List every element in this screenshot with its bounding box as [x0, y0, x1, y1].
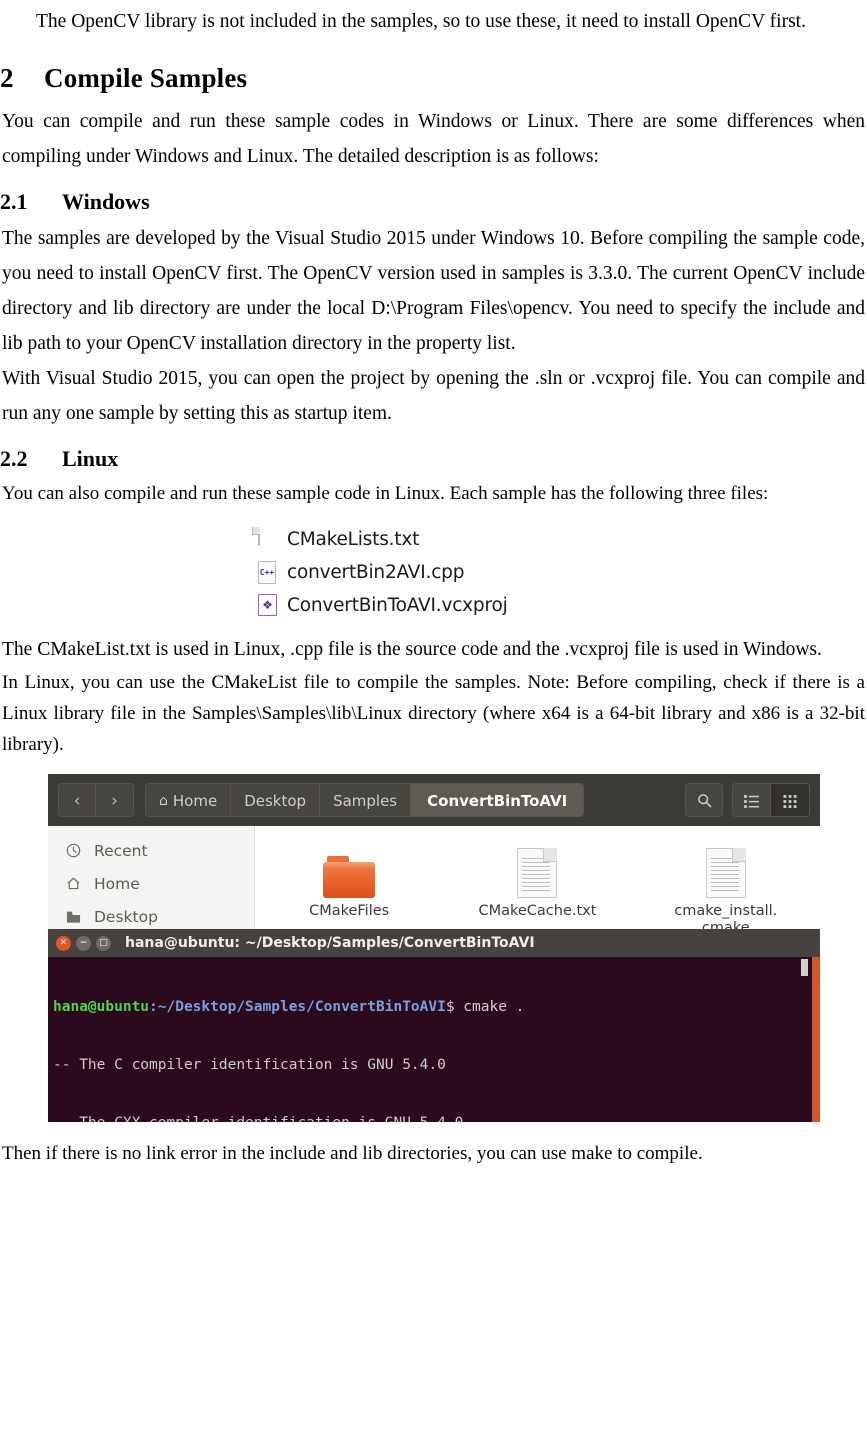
- text-file-icon: [258, 526, 278, 552]
- view-toggle-group: [732, 783, 810, 817]
- sidebar-item-home[interactable]: Home: [48, 867, 254, 900]
- breadcrumb-label: ConvertBinToAVI: [427, 792, 568, 810]
- file-manager-header: ‹ › ⌂ Home Desktop Samples ConvertBinToA…: [48, 774, 820, 826]
- breadcrumb-label: Desktop: [244, 792, 307, 810]
- section-22-number: 2.2: [0, 446, 28, 471]
- section-21-heading: 2.1 Windows: [0, 187, 867, 217]
- list-view-icon[interactable]: [733, 784, 771, 816]
- section-2-body: You can compile and run these sample cod…: [2, 111, 865, 167]
- grid-view-icon[interactable]: [771, 784, 809, 816]
- terminal-output-line: -- The C compiler identification is GNU …: [53, 1057, 446, 1074]
- terminal-window: ✕ − □ hana@ubuntu: ~/Desktop/Samples/Con…: [48, 929, 820, 1122]
- figure-file-row: CMakeLists.txt: [258, 523, 867, 556]
- clock-icon: [65, 843, 82, 858]
- terminal-output-line: -- The CXX compiler identification is GN…: [51, 1114, 820, 1122]
- figure-file-label: CMakeLists.txt: [287, 529, 420, 550]
- search-icon[interactable]: [685, 783, 723, 817]
- breadcrumb-desktop[interactable]: Desktop: [231, 784, 321, 816]
- breadcrumb-label: Samples: [333, 792, 398, 810]
- terminal-titlebar: ✕ − □ hana@ubuntu: ~/Desktop/Samples/Con…: [48, 929, 820, 957]
- folder-icon: [323, 840, 376, 898]
- prompt-user: hana@ubuntu: [53, 998, 150, 1015]
- navigation-buttons: ‹ ›: [58, 783, 134, 817]
- figure-file-label: convertBin2AVI.cpp: [287, 562, 465, 583]
- prompt-command: cmake .: [454, 998, 525, 1015]
- terminal-scrollbar[interactable]: [812, 957, 820, 1122]
- text-file-icon: [705, 840, 746, 898]
- terminal-prompt-line: hana@ubuntu:~/Desktop/Samples/ConvertBin…: [51, 998, 820, 1017]
- breadcrumb-home[interactable]: ⌂ Home: [146, 784, 232, 816]
- terminal-output[interactable]: hana@ubuntu:~/Desktop/Samples/ConvertBin…: [48, 957, 820, 1122]
- section-22-paragraph-1: You can also compile and run these sampl…: [2, 483, 769, 504]
- terminal-title-text: hana@ubuntu: ~/Desktop/Samples/ConvertBi…: [125, 935, 535, 951]
- file-item-label: CMakeCache.txt: [478, 903, 597, 919]
- linux-screenshot-figure: ‹ › ⌂ Home Desktop Samples ConvertBinToA…: [48, 774, 820, 1122]
- back-button[interactable]: ‹: [59, 784, 96, 816]
- section-2-heading: 2 Compile Samples: [0, 61, 867, 95]
- home-icon: ⌂: [159, 793, 168, 809]
- section-21-number: 2.1: [0, 189, 28, 214]
- section-2-number: 2: [0, 63, 14, 93]
- folder-icon: [65, 910, 82, 924]
- section-2-title: Compile Samples: [44, 63, 248, 93]
- figure-file-row: ❖ ConvertBinToAVI.vcxproj: [258, 589, 867, 622]
- close-icon[interactable]: ✕: [56, 935, 71, 951]
- file-item-cmakefiles[interactable]: CMakeFiles: [255, 840, 443, 937]
- sample-file-figure: CMakeLists.txt C++ convertBin2AVI.cpp ❖ …: [0, 523, 867, 622]
- cpp-file-icon: C++: [258, 560, 278, 585]
- intro-paragraph: The OpenCV library is not included in th…: [36, 11, 806, 32]
- breadcrumb-label: Home: [172, 792, 218, 810]
- text-file-icon: [517, 840, 558, 898]
- section-22-paragraph-2: The CMakeList.txt is used in Linux, .cpp…: [2, 639, 822, 660]
- file-item-label: CMakeFiles: [309, 903, 390, 919]
- vcxproj-file-icon: ❖: [258, 593, 278, 618]
- document-page: The OpenCV library is not included in th…: [0, 0, 867, 1440]
- section-22-title: Linux: [62, 446, 119, 471]
- maximize-icon[interactable]: □: [96, 935, 111, 951]
- prompt-dollar: $: [445, 998, 455, 1015]
- breadcrumb: ⌂ Home Desktop Samples ConvertBinToAVI: [145, 783, 585, 817]
- section-21-paragraph-2: With Visual Studio 2015, you can open th…: [2, 368, 865, 424]
- breadcrumb-convertbintoavi[interactable]: ConvertBinToAVI: [411, 784, 584, 816]
- sidebar-item-label: Home: [94, 874, 140, 893]
- breadcrumb-samples[interactable]: Samples: [320, 784, 412, 816]
- sidebar-item-label: Recent: [94, 841, 148, 860]
- section-22-paragraph-4: Then if there is no link error in the in…: [2, 1143, 703, 1164]
- prompt-path: :~/Desktop/Samples/ConvertBinToAVI: [149, 998, 446, 1015]
- section-21-title: Windows: [62, 189, 150, 214]
- section-22-paragraph-3: In Linux, you can use the CMakeList file…: [2, 672, 865, 755]
- figure-file-label: ConvertBinToAVI.vcxproj: [287, 595, 508, 616]
- figure-file-row: C++ convertBin2AVI.cpp: [258, 556, 867, 589]
- sidebar-item-recent[interactable]: Recent: [48, 834, 254, 867]
- file-manager-window: ‹ › ⌂ Home Desktop Samples ConvertBinToA…: [48, 774, 820, 1122]
- file-item-cmake-install[interactable]: cmake_install. cmake: [632, 840, 820, 937]
- home-icon: [65, 876, 82, 891]
- sidebar-item-label: Desktop: [94, 907, 158, 926]
- forward-button[interactable]: ›: [96, 784, 133, 816]
- terminal-cursor: [801, 959, 808, 976]
- file-item-cmakecache[interactable]: CMakeCache.txt: [443, 840, 631, 937]
- minimize-icon[interactable]: −: [76, 935, 91, 951]
- section-21-paragraph-1: The samples are developed by the Visual …: [2, 228, 865, 354]
- section-22-heading: 2.2 Linux: [0, 444, 867, 474]
- file-manager-toolbar: [685, 783, 810, 817]
